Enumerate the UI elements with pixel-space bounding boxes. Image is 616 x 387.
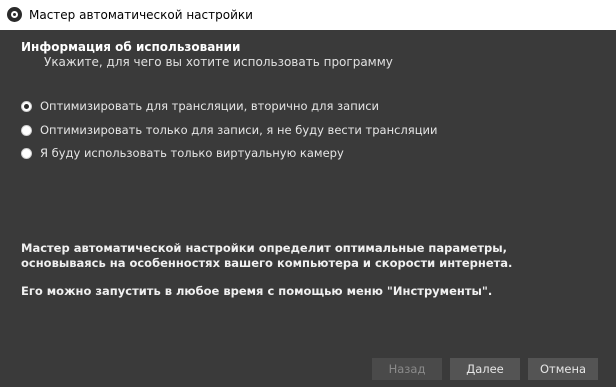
radio-button-checked[interactable] [21,100,32,112]
next-button[interactable]: Далее [450,358,520,380]
info-hint: Его можно запустить в любое время с помо… [21,284,493,298]
back-button[interactable]: Назад [372,358,442,380]
info-text: Мастер автоматической настройки определи… [21,241,591,299]
radio-label: Оптимизировать только для записи, я не б… [40,123,438,137]
radio-option-virtual-camera[interactable]: Я буду использовать только виртуальную к… [21,145,344,161]
radio-option-recording[interactable]: Оптимизировать только для записи, я не б… [21,122,437,138]
cancel-button[interactable]: Отмена [528,358,598,380]
radio-button[interactable] [21,147,32,159]
radio-label: Оптимизировать для трансляции, вторично … [40,99,380,113]
section-title: Информация об использовании [21,40,241,54]
radio-option-streaming[interactable]: Оптимизировать для трансляции, вторично … [21,98,379,114]
radio-label: Я буду использовать только виртуальную к… [40,146,344,160]
window-title: Мастер автоматической настройки [29,8,253,22]
obs-logo-icon [7,7,22,22]
radio-button[interactable] [21,124,32,136]
title-bar: Мастер автоматической настройки [0,0,616,30]
info-description: Мастер автоматической настройки определи… [21,241,513,270]
section-subtitle: Укажите, для чего вы хотите использовать… [44,55,393,69]
